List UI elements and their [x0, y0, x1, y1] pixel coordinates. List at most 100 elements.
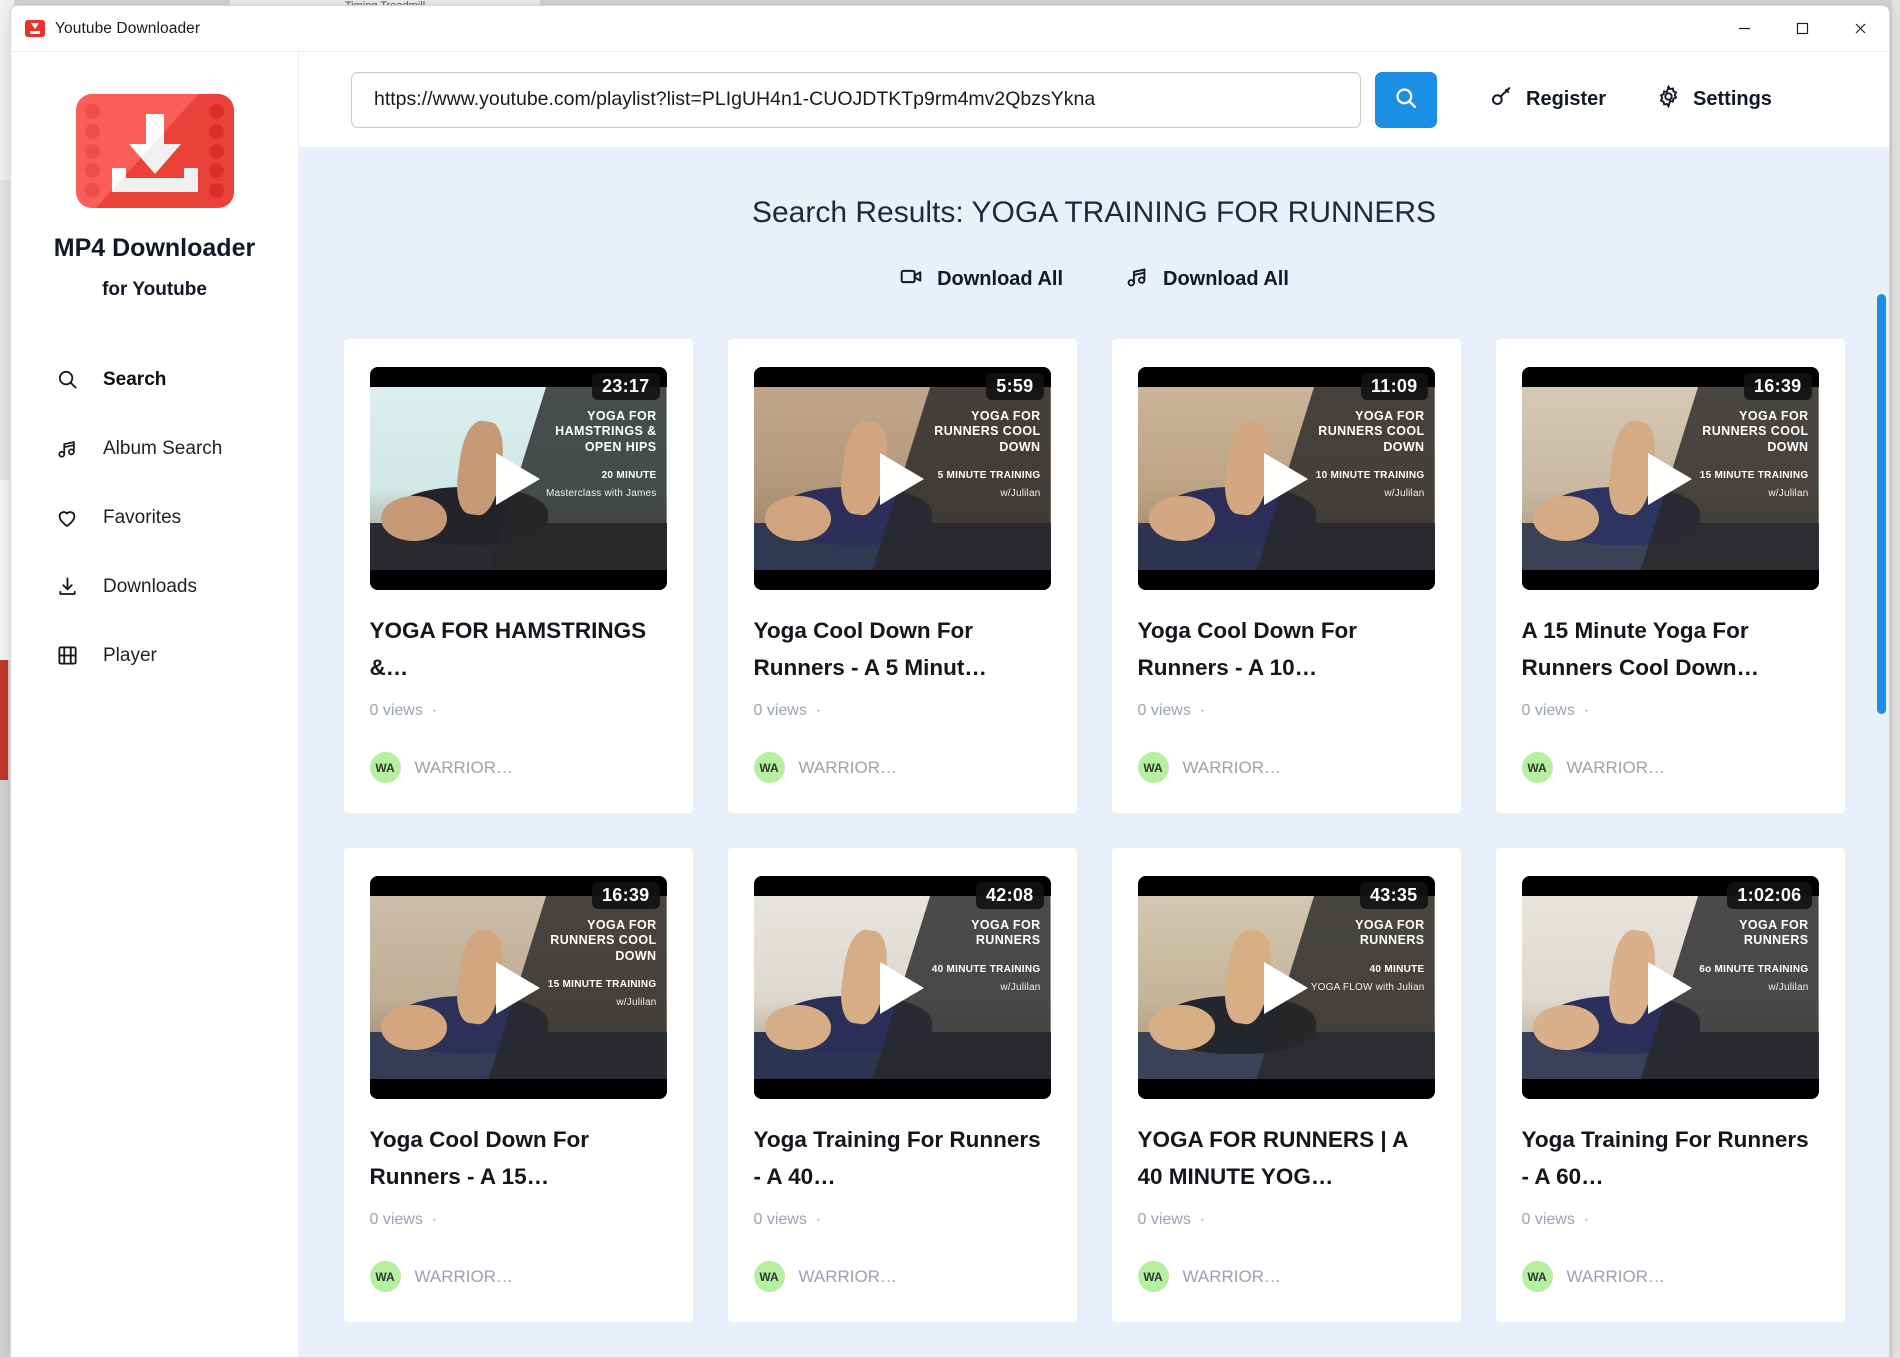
video-thumbnail[interactable]: 16:39 YOGA FOR RUNNERS COOL DOWN 15 MINU… [1521, 367, 1819, 590]
video-card[interactable]: 5:59 YOGA FOR RUNNERS COOL DOWN 5 MINUTE… [727, 339, 1077, 813]
video-card[interactable]: 43:35 YOGA FOR RUNNERS 40 MINUTE YOGA FL… [1111, 848, 1461, 1322]
register-button[interactable]: Register [1489, 84, 1606, 115]
play-icon[interactable] [1648, 452, 1692, 505]
overlay-line-3: YOGA FLOW with Julian [1310, 981, 1425, 993]
sidebar-item-player[interactable]: Player [11, 621, 298, 690]
views-separator: · [815, 1211, 822, 1228]
play-icon[interactable] [880, 452, 924, 505]
search-button[interactable] [1375, 71, 1437, 128]
channel-avatar: WA [1521, 752, 1553, 783]
close-icon[interactable] [1831, 6, 1889, 52]
logo-wrap [11, 94, 298, 208]
thumbnail-letterbox-bottom [1521, 1079, 1819, 1099]
download-all-video-button[interactable]: Download All [899, 264, 1063, 295]
channel-name: WARRIOR… [1182, 757, 1282, 777]
channel-row[interactable]: WA WARRIOR… [1137, 752, 1435, 783]
thumbnail-text-overlay: YOGA FOR RUNNERS 40 MINUTE TRAINING w/Ju… [905, 918, 1041, 994]
play-icon[interactable] [1648, 961, 1692, 1014]
play-icon[interactable] [496, 452, 540, 505]
app-root: Timing Treadmill Youtube Downloader [0, 0, 1900, 1358]
video-title[interactable]: Yoga Cool Down For Runners - A 5 Minut… [754, 612, 1051, 688]
video-title[interactable]: Yoga Training For Runners - A 40… [754, 1121, 1051, 1197]
search-results-panel: Search Results: YOGA TRAINING FOR RUNNER… [299, 148, 1889, 1357]
channel-row[interactable]: WA WARRIOR… [753, 1261, 1051, 1292]
key-icon [1489, 84, 1514, 115]
video-thumbnail[interactable]: 1:02:06 YOGA FOR RUNNERS 6o MINUTE TRAIN… [1521, 876, 1819, 1099]
content-area: Register Settings Search Results: YOGA T… [299, 52, 1889, 1357]
scrollbar-thumb[interactable] [1877, 294, 1886, 714]
channel-avatar: WA [753, 752, 785, 783]
thumbnail-text-overlay: YOGA FOR RUNNERS 40 MINUTE YOGA FLOW wit… [1289, 918, 1425, 994]
channel-name: WARRIOR… [1566, 1266, 1666, 1286]
sidebar-item-label: Album Search [103, 437, 223, 459]
video-title[interactable]: Yoga Cool Down For Runners - A 15… [370, 1121, 667, 1197]
video-card[interactable]: 23:17 YOGA FOR HAMSTRINGS & OPEN HIPS 20… [343, 339, 693, 813]
overlay-line-1: YOGA FOR RUNNERS COOL DOWN [550, 918, 657, 963]
sidebar-item-favorites[interactable]: Favorites [11, 483, 298, 552]
views-separator: · [431, 702, 438, 719]
video-results-grid: 23:17 YOGA FOR HAMSTRINGS & OPEN HIPS 20… [299, 339, 1889, 1322]
app-icon [25, 20, 45, 37]
overlay-line-1: YOGA FOR HAMSTRINGS & OPEN HIPS [555, 409, 657, 454]
video-thumbnail[interactable]: 16:39 YOGA FOR RUNNERS COOL DOWN 15 MINU… [369, 876, 667, 1099]
video-title[interactable]: YOGA FOR RUNNERS | A 40 MINUTE YOG… [1138, 1121, 1435, 1197]
download-icon [53, 575, 81, 598]
channel-row[interactable]: WA WARRIOR… [369, 752, 667, 783]
overlay-line-3: w/Julilan [1384, 487, 1425, 499]
thumbnail-text-overlay: YOGA FOR RUNNERS COOL DOWN 5 MINUTE TRAI… [905, 409, 1041, 500]
url-input[interactable] [351, 71, 1361, 128]
video-title[interactable]: YOGA FOR HAMSTRINGS &… [370, 612, 667, 688]
thumbnail-letterbox-bottom [1521, 570, 1819, 590]
download-all-row: Download All Download All [299, 264, 1889, 295]
sidebar-nav: Search Album Search Favorites Downloads … [11, 345, 298, 690]
sidebar-item-search[interactable]: Search [11, 345, 298, 414]
video-thumbnail[interactable]: 43:35 YOGA FOR RUNNERS 40 MINUTE YOGA FL… [1137, 876, 1435, 1099]
thumbnail-text-overlay: YOGA FOR RUNNERS 6o MINUTE TRAINING w/Ju… [1673, 918, 1809, 994]
video-thumbnail[interactable]: 11:09 YOGA FOR RUNNERS COOL DOWN 10 MINU… [1137, 367, 1435, 590]
video-thumbnail[interactable]: 5:59 YOGA FOR RUNNERS COOL DOWN 5 MINUTE… [753, 367, 1051, 590]
video-title[interactable]: Yoga Training For Runners - A 60… [1522, 1121, 1819, 1197]
video-card[interactable]: 42:08 YOGA FOR RUNNERS 40 MINUTE TRAININ… [727, 848, 1077, 1322]
video-title[interactable]: Yoga Cool Down For Runners - A 10… [1138, 612, 1435, 688]
logo-sheen [75, 94, 234, 208]
minimize-icon[interactable] [1715, 6, 1773, 52]
video-card[interactable]: 16:39 YOGA FOR RUNNERS COOL DOWN 15 MINU… [1495, 339, 1845, 813]
video-thumbnail[interactable]: 23:17 YOGA FOR HAMSTRINGS & OPEN HIPS 20… [369, 367, 667, 590]
play-icon[interactable] [880, 961, 924, 1014]
video-card[interactable]: 1:02:06 YOGA FOR RUNNERS 6o MINUTE TRAIN… [1495, 848, 1845, 1322]
views-count: 0 views [1521, 1211, 1575, 1228]
background-window-edge-5 [1892, 0, 1900, 1358]
thumbnail-letterbox-bottom [369, 570, 667, 590]
video-thumbnail[interactable]: 42:08 YOGA FOR RUNNERS 40 MINUTE TRAININ… [753, 876, 1051, 1099]
duration-badge: 42:08 [975, 882, 1044, 909]
video-card[interactable]: 11:09 YOGA FOR RUNNERS COOL DOWN 10 MINU… [1111, 339, 1461, 813]
thumbnail-letterbox-bottom [753, 1079, 1051, 1099]
channel-avatar: WA [1137, 1261, 1169, 1292]
play-icon[interactable] [1264, 452, 1308, 505]
sidebar-item-label: Player [103, 644, 157, 666]
overlay-line-1: YOGA FOR RUNNERS COOL DOWN [1702, 409, 1809, 454]
play-icon[interactable] [1264, 961, 1308, 1014]
search-icon [53, 368, 81, 391]
play-icon[interactable] [496, 961, 540, 1014]
video-card[interactable]: 16:39 YOGA FOR RUNNERS COOL DOWN 15 MINU… [343, 848, 693, 1322]
download-all-audio-button[interactable]: Download All [1125, 264, 1289, 295]
sidebar-item-downloads[interactable]: Downloads [11, 552, 298, 621]
sidebar-item-album-search[interactable]: Album Search [11, 414, 298, 483]
channel-row[interactable]: WA WARRIOR… [753, 752, 1051, 783]
thumbnail-letterbox-bottom [1137, 570, 1435, 590]
maximize-icon[interactable] [1773, 6, 1831, 52]
channel-row[interactable]: WA WARRIOR… [1521, 752, 1819, 783]
channel-row[interactable]: WA WARRIOR… [1521, 1261, 1819, 1292]
overlay-line-2: 15 MINUTE TRAINING [1699, 469, 1809, 481]
overlay-line-1: YOGA FOR RUNNERS COOL DOWN [934, 409, 1041, 454]
views-separator: · [1583, 1211, 1590, 1228]
channel-row[interactable]: WA WARRIOR… [1137, 1261, 1435, 1292]
settings-button[interactable]: Settings [1656, 84, 1772, 115]
video-title[interactable]: A 15 Minute Yoga For Runners Cool Down… [1522, 612, 1819, 688]
sidebar-item-label: Search [103, 368, 167, 390]
duration-badge: 23:17 [591, 373, 660, 400]
results-scrollbar[interactable] [1877, 246, 1886, 1354]
thumbnail-text-overlay: YOGA FOR RUNNERS COOL DOWN 15 MINUTE TRA… [1673, 409, 1809, 500]
channel-row[interactable]: WA WARRIOR… [369, 1261, 667, 1292]
